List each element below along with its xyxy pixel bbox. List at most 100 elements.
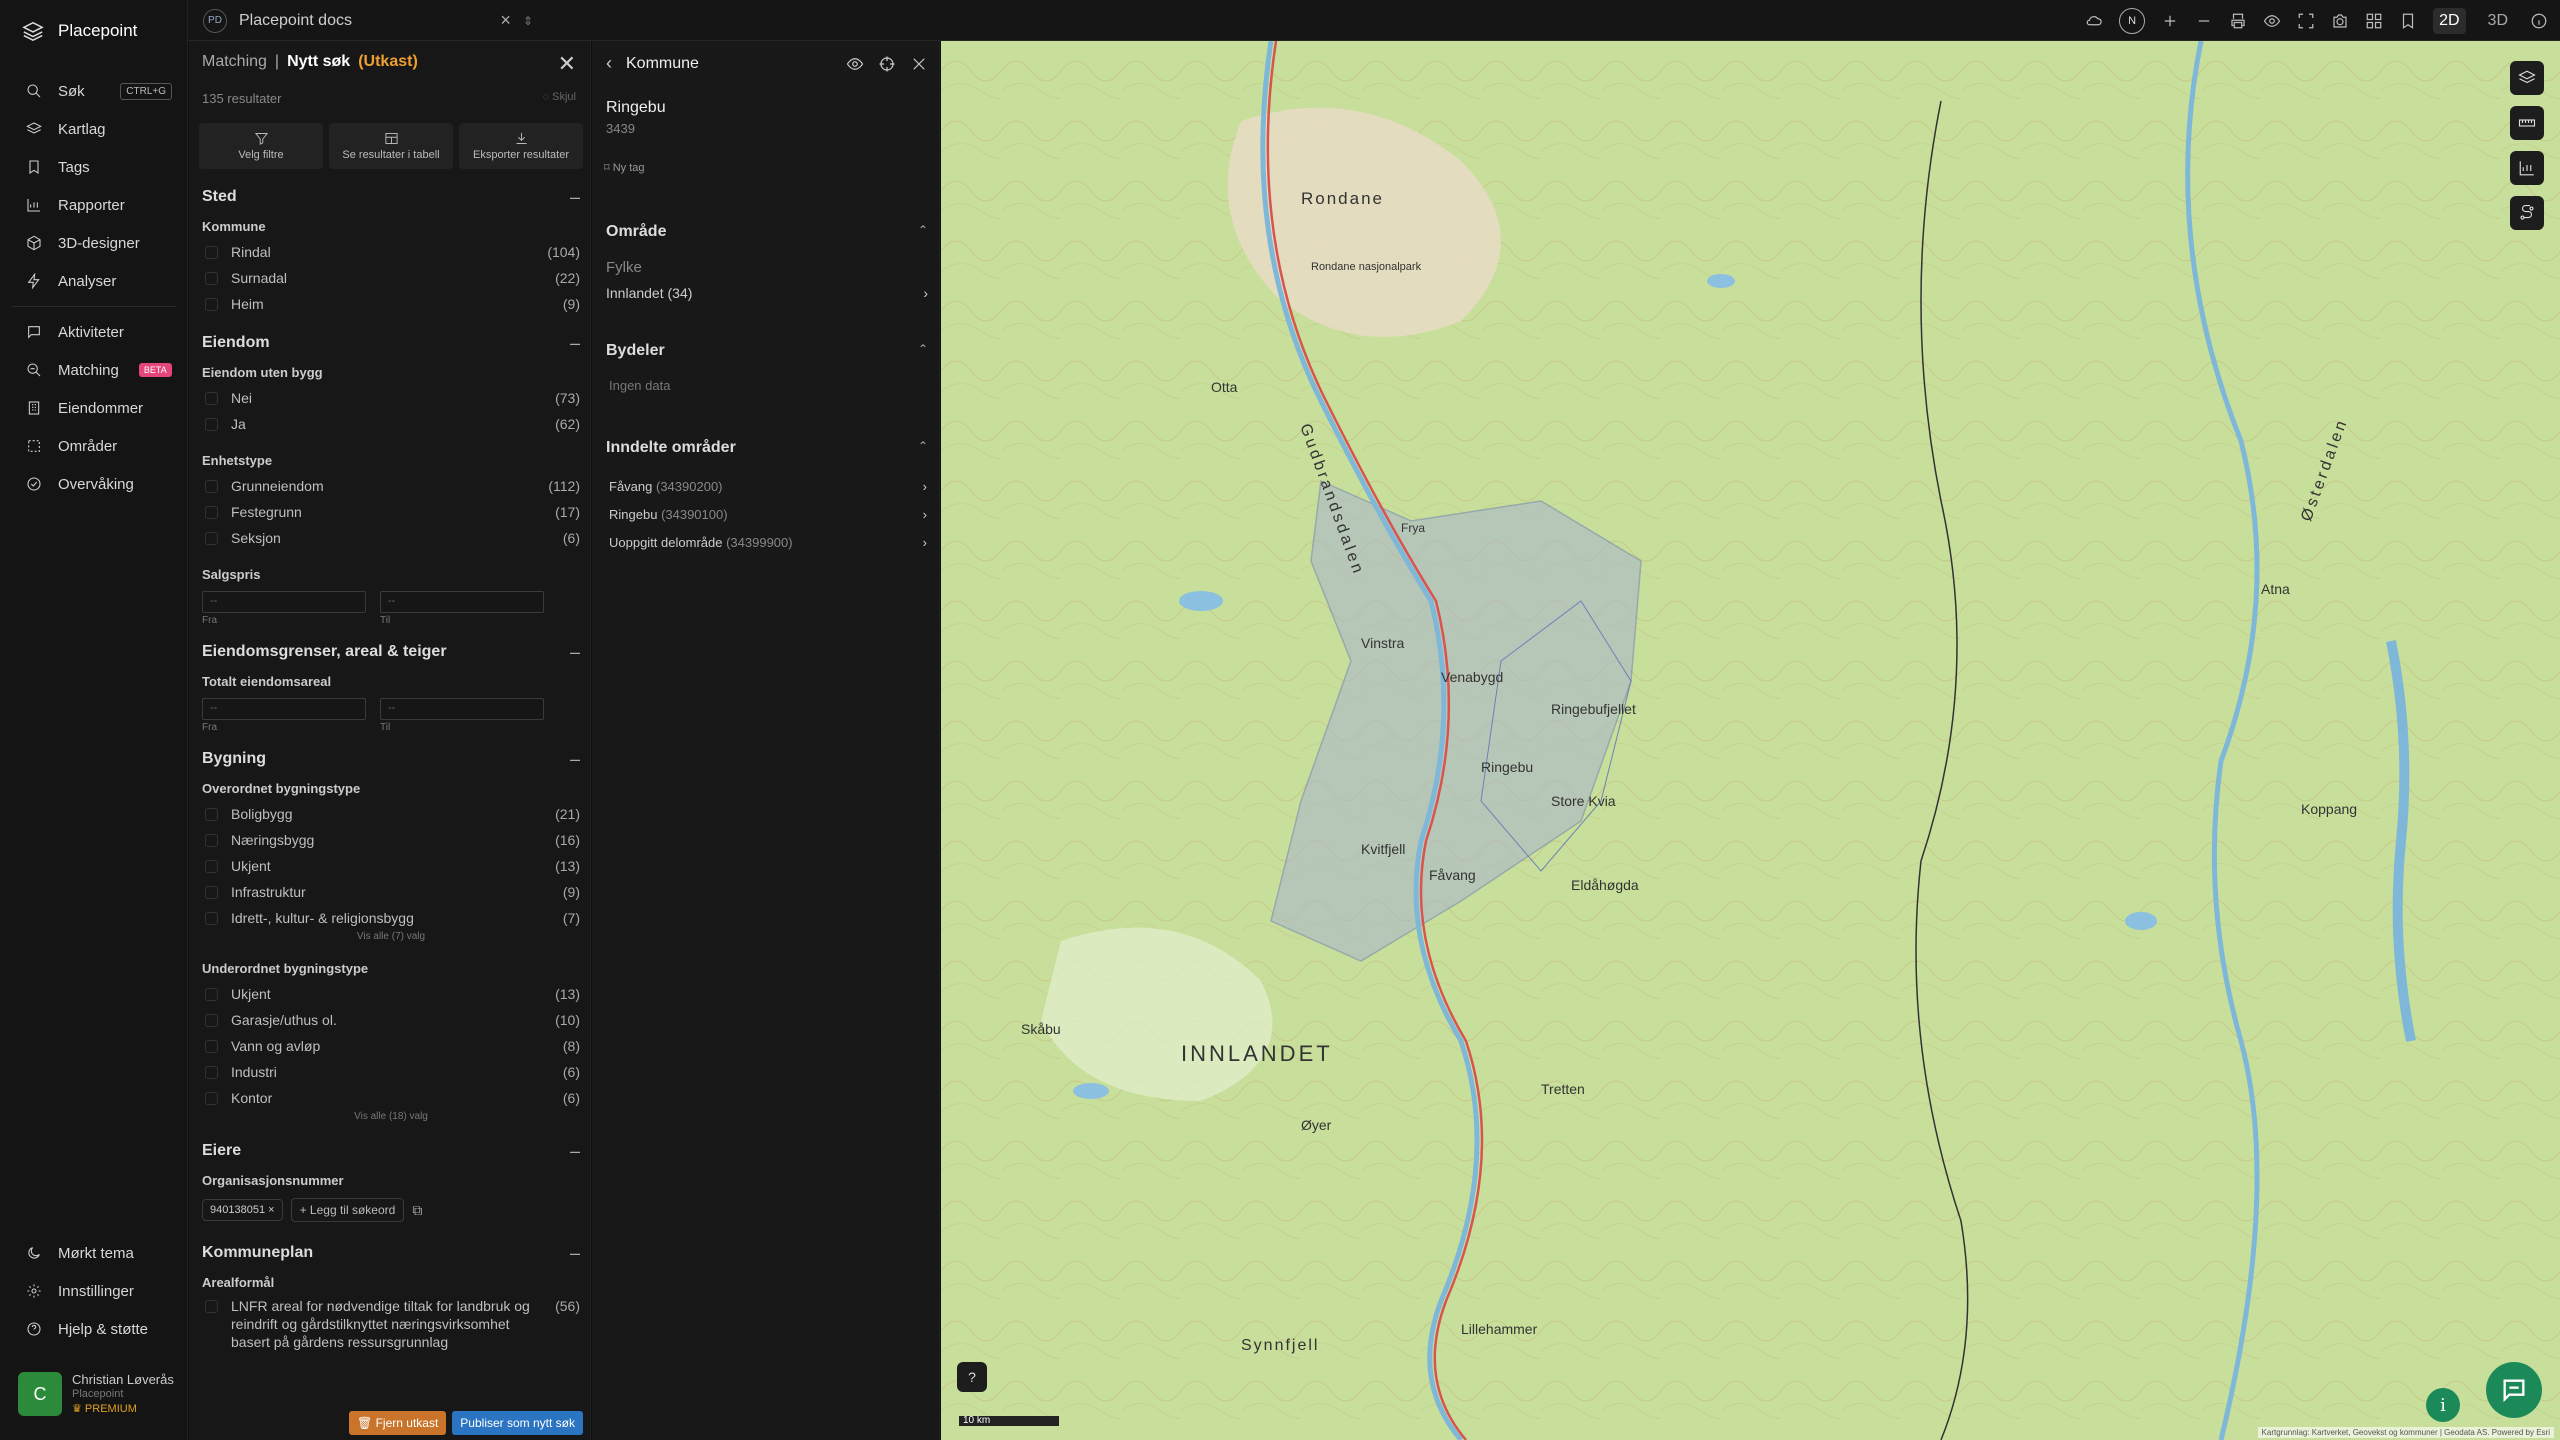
area-row[interactable]: Ringebu (34390100) ›	[609, 507, 927, 522]
nav-item-settings[interactable]: Innstillinger	[0, 1272, 188, 1310]
checkbox[interactable]	[205, 505, 218, 519]
checkbox[interactable]	[205, 479, 218, 493]
filter-option[interactable]: Kontor (6)	[202, 1085, 580, 1111]
filter-option[interactable]: Boligbygg (21)	[202, 801, 580, 827]
workspace-selector[interactable]: PD Placepoint docs × ⇕	[203, 7, 533, 34]
chat-button[interactable]	[2486, 1362, 2542, 1418]
filter-option[interactable]: Ukjent (13)	[202, 981, 580, 1007]
info-icon[interactable]	[2530, 12, 2548, 30]
mode-3d-button[interactable]: 3D	[2482, 8, 2514, 34]
filter-option[interactable]: Festegrunn (17)	[202, 499, 580, 525]
checkbox[interactable]	[205, 1091, 218, 1105]
zoom-out-icon[interactable]	[2195, 12, 2213, 30]
filter-option[interactable]: Surnadal (22)	[202, 265, 580, 291]
section-eiendom[interactable]: Eiendom –	[202, 327, 580, 359]
filter-option[interactable]: Garasje/uthus ol. (10)	[202, 1007, 580, 1033]
brand[interactable]: Placepoint	[22, 20, 137, 42]
close-icon[interactable]	[910, 55, 928, 73]
eye-icon[interactable]	[846, 55, 864, 73]
nav-item-matching[interactable]: Matching BETA	[0, 351, 188, 389]
choose-filters-button[interactable]: Velg filtre	[199, 123, 323, 169]
back-icon[interactable]: ‹	[606, 53, 612, 74]
checkbox[interactable]	[205, 1013, 218, 1027]
route-control[interactable]	[2510, 196, 2544, 230]
checkbox[interactable]	[205, 833, 218, 847]
user-profile[interactable]: C Christian Løverås Placepoint ♛ PREMIUM	[18, 1372, 182, 1422]
info-button[interactable]: i	[2426, 1388, 2460, 1422]
filter-option[interactable]: Grunneiendom (112)	[202, 473, 580, 499]
nav-item-tags[interactable]: Tags	[0, 148, 188, 186]
measure-control[interactable]	[2510, 106, 2544, 140]
area-to-input[interactable]: --	[380, 698, 544, 720]
nav-item-kartlag[interactable]: Kartlag	[0, 110, 188, 148]
eye-icon[interactable]	[2263, 12, 2281, 30]
filter-option[interactable]: Industri (6)	[202, 1059, 580, 1085]
table-view-button[interactable]: Se resultater i tabell	[329, 123, 453, 169]
show-all-link[interactable]: Vis alle (7) valg	[202, 931, 580, 945]
filter-option[interactable]: Vann og avløp (8)	[202, 1033, 580, 1059]
section-eiere[interactable]: Eiere –	[202, 1135, 580, 1167]
show-all-link[interactable]: Vis alle (18) valg	[202, 1111, 580, 1125]
filter-option[interactable]: Seksjon (6)	[202, 525, 580, 551]
filter-option[interactable]: Heim (9)	[202, 291, 580, 317]
grid-icon[interactable]	[2365, 12, 2383, 30]
checkbox[interactable]	[205, 245, 218, 259]
price-to-input[interactable]: --	[380, 591, 544, 613]
print-icon[interactable]	[2229, 12, 2247, 30]
filter-option[interactable]: Idrett-, kultur- & religionsbygg (7)	[202, 905, 580, 931]
nav-item-3d-designer[interactable]: 3D-designer	[0, 224, 188, 262]
chip-close-icon[interactable]: ×	[268, 1204, 274, 1216]
area-row[interactable]: Uoppgitt delområde (34399900) ›	[609, 535, 927, 550]
map-canvas[interactable]	[941, 41, 2560, 1440]
nav-item-omrader[interactable]: Områder	[0, 427, 188, 465]
checkbox[interactable]	[205, 1039, 218, 1053]
section-bygning[interactable]: Bygning –	[202, 743, 580, 775]
weather-icon[interactable]	[2085, 12, 2103, 30]
filter-option[interactable]: Næringsbygg (16)	[202, 827, 580, 853]
zoom-in-icon[interactable]	[2161, 12, 2179, 30]
checkbox[interactable]	[205, 531, 218, 545]
filter-option[interactable]: Ukjent (13)	[202, 853, 580, 879]
nav-item-aktiviteter[interactable]: Aktiviteter	[0, 313, 188, 351]
breadcrumb-matching[interactable]: Matching	[202, 53, 267, 71]
nav-item-dark-theme[interactable]: Mørkt tema	[0, 1234, 188, 1272]
compass-button[interactable]: N	[2119, 8, 2146, 34]
filter-option[interactable]: Nei (73)	[202, 385, 580, 411]
section-grenser[interactable]: Eiendomsgrenser, areal & teiger –	[202, 636, 580, 668]
fullscreen-icon[interactable]	[2297, 12, 2315, 30]
checkbox[interactable]	[205, 297, 218, 311]
map-view[interactable]: Rondane Rondane nasjonalpark Otta Gudbra…	[941, 41, 2560, 1440]
section-inndelte[interactable]: Inndelte områder ⌃	[606, 439, 928, 457]
area-row[interactable]: Fåvang (34390200) ›	[609, 479, 927, 494]
crosshair-icon[interactable]	[878, 55, 896, 73]
checkbox[interactable]	[205, 417, 218, 431]
area-from-input[interactable]: --	[202, 698, 366, 720]
camera-icon[interactable]	[2331, 12, 2349, 30]
checkbox[interactable]	[205, 391, 218, 405]
nav-item-overvaking[interactable]: Overvåking	[0, 465, 188, 503]
publish-button[interactable]: Publiser som nytt søk	[452, 1411, 583, 1435]
section-omrade[interactable]: Område ⌃	[606, 223, 928, 241]
remove-draft-button[interactable]: 🗑 Fjern utkast	[349, 1411, 447, 1435]
section-bydeler[interactable]: Bydeler ⌃	[606, 342, 928, 360]
checkbox[interactable]	[205, 1065, 218, 1079]
filter-option[interactable]: Ja (62)	[202, 411, 580, 437]
checkbox[interactable]	[205, 987, 218, 1001]
bookmark-icon[interactable]	[2399, 12, 2417, 30]
section-kommuneplan[interactable]: Kommuneplan –	[202, 1237, 580, 1269]
nav-item-eiendommer[interactable]: Eiendommer	[0, 389, 188, 427]
clear-workspace-icon[interactable]: ×	[500, 10, 511, 31]
nav-item-rapporter[interactable]: Rapporter	[0, 186, 188, 224]
updown-icon[interactable]: ⇕	[523, 14, 533, 28]
price-from-input[interactable]: --	[202, 591, 366, 613]
filter-option[interactable]: Infrastruktur (9)	[202, 879, 580, 905]
checkbox[interactable]	[205, 885, 218, 899]
close-icon[interactable]: ✕	[558, 51, 576, 77]
hide-button[interactable]: ◌ Skjul	[543, 91, 576, 103]
nav-item-help[interactable]: Hjelp & støtte	[0, 1310, 188, 1348]
help-icon[interactable]: ?	[957, 1362, 987, 1392]
mode-2d-button[interactable]: 2D	[2433, 8, 2466, 34]
checkbox[interactable]	[205, 271, 218, 285]
fylke-row[interactable]: Innlandet (34) ›	[606, 285, 928, 301]
filter-option[interactable]: Rindal (104)	[202, 239, 580, 265]
